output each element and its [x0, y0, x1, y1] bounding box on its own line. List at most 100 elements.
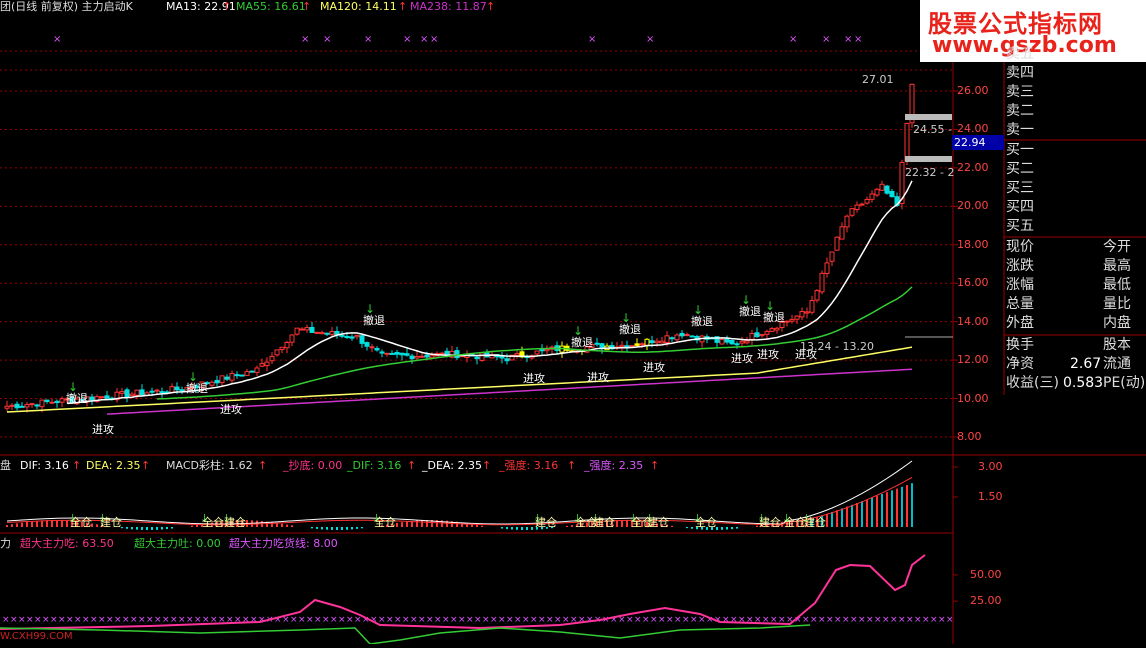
candle-body: [39, 399, 45, 408]
x-marker-icon: ×: [42, 615, 50, 625]
price-tick-label: 20.00: [957, 199, 989, 213]
up-arrow-icon: ↑: [650, 459, 660, 472]
x-marker-icon: ×: [26, 615, 34, 625]
candle-body: [534, 350, 540, 355]
up-arrow-icon: ↑: [407, 459, 417, 472]
quote-label: 现价: [1006, 239, 1034, 255]
x-marker-icon: ×: [844, 34, 852, 45]
macd-dif: DIF: 3.16: [20, 459, 69, 472]
candle-body: [299, 328, 305, 331]
x-marker-icon: ×: [802, 615, 810, 625]
x-marker-icon: ×: [420, 34, 428, 45]
chart-title: 团(日线 前复权) 主力启动K: [0, 0, 133, 13]
x-marker-icon: ×: [250, 615, 258, 625]
x-marker-icon: ×: [364, 34, 372, 45]
x-marker-icon: ×: [394, 615, 402, 625]
candle-body: [149, 390, 155, 393]
price-tick-label: 8.00: [957, 430, 982, 443]
x-marker-icon: ×: [882, 615, 890, 625]
x-marker-icon: ×: [346, 615, 354, 625]
candle-body: [649, 340, 655, 344]
x-marker-icon: ×: [122, 615, 130, 625]
candle-body: [679, 332, 685, 337]
candle-body: [229, 373, 235, 381]
box-label: 24.55 -: [913, 123, 952, 136]
macd-dif2: _DIF: 3.16: [347, 459, 402, 472]
x-marker-icon: ×: [314, 615, 322, 625]
position-signal: 全仓: [374, 516, 396, 529]
candle-body: [59, 398, 65, 403]
signal-label: 进攻: [92, 423, 114, 436]
x-marker-icon: ×: [682, 615, 690, 625]
price-tick-label: 26.00: [957, 84, 989, 97]
order-book-buy: 买五: [1006, 218, 1034, 234]
candle-body: [234, 374, 240, 377]
signal-label: 进攻: [643, 361, 665, 374]
candle-body: [839, 226, 845, 240]
candle-body: [89, 396, 95, 401]
candle-body: [619, 344, 625, 348]
candle-body: [849, 208, 855, 216]
candle-body: [819, 272, 825, 293]
x-marker-icon: ×: [178, 615, 186, 625]
candle-body: [19, 405, 25, 408]
candle-body: [889, 190, 895, 198]
stock-chart[interactable]: ↓ ↓ ↓ ↓ ↓ ↓ ↓ ↓ ↓ ↓ ↓ ↓ ↓ ↓ × × × × × × × × × × × × × × × × × × × × × × × × × ×…: [0, 0, 1146, 645]
signal-label: 进攻: [587, 371, 609, 384]
candle-body: [359, 335, 365, 344]
x-marker-icon: ×: [34, 615, 42, 625]
eps-value: 0.583: [1063, 375, 1104, 391]
candle-body: [29, 403, 35, 406]
candle-body: [404, 353, 410, 356]
x-marker-icon: ×: [722, 615, 730, 625]
x-marker-icon: ×: [642, 615, 650, 625]
quote-label: 最高: [1103, 258, 1131, 274]
x-marker-icon: ×: [922, 615, 930, 625]
x-marker-icon: ×: [330, 615, 338, 625]
quote-label: 总量: [1006, 296, 1034, 312]
up-arrow-icon: ↑: [222, 0, 232, 13]
candle-body: [319, 332, 325, 335]
candle-body: [264, 361, 270, 367]
candle-body: [159, 391, 165, 394]
order-book-buy: 买二: [1006, 161, 1034, 177]
flow-line: 超大主力吃货线: 8.00: [229, 537, 338, 550]
candle-body: [719, 339, 725, 345]
candle-body: [354, 334, 360, 338]
x-marker-icon: ×: [658, 615, 666, 625]
x-marker-icon: ×: [530, 615, 538, 625]
flow-spit: 超大主力吐: 0.00: [134, 537, 221, 550]
x-marker-icon: ×: [138, 615, 146, 625]
x-marker-icon: ×: [386, 615, 394, 625]
x-marker-icon: ×: [154, 615, 162, 625]
candle-body: [119, 391, 125, 394]
signal-label: 进攻: [523, 372, 545, 385]
candle-body: [219, 375, 225, 384]
candle-body: [724, 338, 730, 343]
price-tick-label: 14.00: [957, 314, 989, 328]
signal-label: 撤退: [763, 311, 785, 324]
x-marker-icon: ×: [418, 615, 426, 625]
candle-body: [414, 356, 420, 359]
x-marker-icon: ×: [690, 615, 698, 625]
signal-label: 进攻: [731, 352, 753, 365]
x-marker-icon: ×: [498, 615, 506, 625]
position-signal: 建仓: [647, 516, 669, 529]
x-marker-icon: ×: [290, 615, 298, 625]
candle-body: [879, 183, 885, 191]
position-signal: 全仓: [70, 516, 92, 529]
x-marker-icon: ×: [82, 615, 90, 625]
up-arrow-icon: ↑: [482, 459, 492, 472]
position-signal: 建仓: [100, 516, 122, 529]
candle-body: [294, 327, 300, 335]
macd-prefix: 盘: [0, 459, 11, 472]
candle-body: [389, 352, 395, 355]
order-book-sell: 卖一: [1006, 122, 1034, 138]
x-marker-icon: ×: [522, 615, 530, 625]
signal-label: 撤退: [691, 315, 713, 328]
candle-body: [504, 358, 510, 362]
candle-body: [314, 331, 320, 334]
turnover-label: 换手: [1006, 337, 1034, 353]
candle-body: [829, 251, 835, 262]
candle-body: [874, 188, 880, 196]
